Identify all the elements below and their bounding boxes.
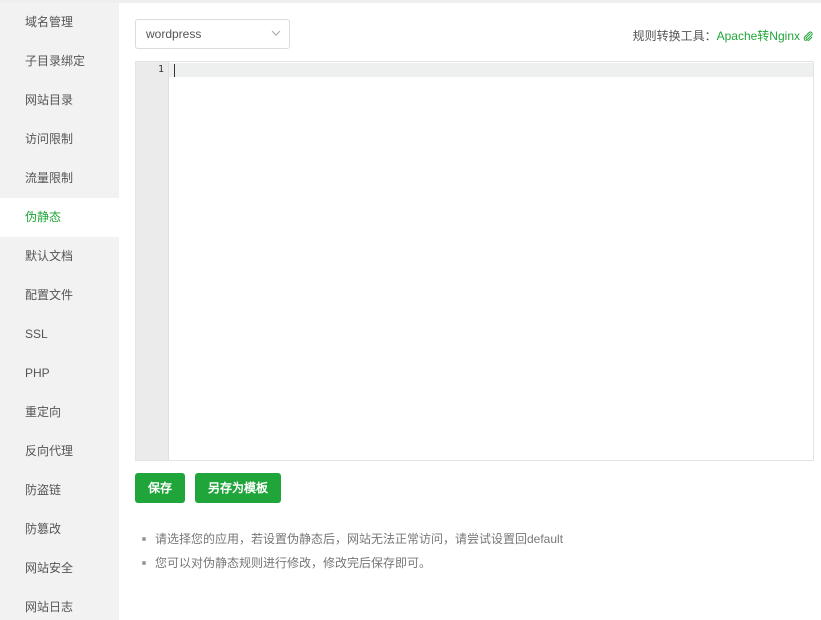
sidebar-item-config-file[interactable]: 配置文件 bbox=[0, 276, 119, 315]
active-line-highlight bbox=[169, 63, 813, 77]
paperclip-icon[interactable] bbox=[803, 31, 813, 41]
help-tips: 请选择您的应用，若设置伪静态后，网站无法正常访问，请尝试设置回default 您… bbox=[139, 527, 563, 575]
sidebar-item-redirect[interactable]: 重定向 bbox=[0, 393, 119, 432]
sidebar-item-php[interactable]: PHP bbox=[0, 354, 119, 393]
sidebar-item-ssl[interactable]: SSL bbox=[0, 315, 119, 354]
sidebar-item-hotlink-protection[interactable]: 防盗链 bbox=[0, 471, 119, 510]
rewrite-template-select[interactable]: wordpress bbox=[135, 19, 290, 49]
sidebar-item-access-limit[interactable]: 访问限制 bbox=[0, 120, 119, 159]
save-as-template-button[interactable]: 另存为模板 bbox=[195, 473, 281, 503]
chevron-down-icon bbox=[271, 30, 281, 36]
site-settings-sidebar: 域名管理 子目录绑定 网站目录 访问限制 流量限制 伪静态 默认文档 配置文件 … bbox=[0, 3, 119, 620]
rewrite-panel: wordpress 规则转换工具：Apache转Nginx 1 保存 另存为模板… bbox=[119, 3, 821, 620]
tip-item: 请选择您的应用，若设置伪静态后，网站无法正常访问，请尝试设置回default bbox=[139, 527, 563, 551]
sidebar-item-traffic-limit[interactable]: 流量限制 bbox=[0, 159, 119, 198]
editor-gutter: 1 bbox=[136, 62, 169, 460]
rule-conversion-label: 规则转换工具： bbox=[632, 29, 717, 43]
line-number: 1 bbox=[157, 64, 164, 75]
rewrite-rule-editor[interactable]: 1 bbox=[135, 61, 814, 461]
sidebar-item-site-security[interactable]: 网站安全 bbox=[0, 549, 119, 588]
rewrite-template-value: wordpress bbox=[146, 27, 202, 41]
sidebar-item-domains[interactable]: 域名管理 bbox=[0, 3, 119, 42]
sidebar-item-default-document[interactable]: 默认文档 bbox=[0, 237, 119, 276]
save-button[interactable]: 保存 bbox=[135, 473, 185, 503]
sidebar-item-tamper-protection[interactable]: 防篡改 bbox=[0, 510, 119, 549]
sidebar-item-site-directory[interactable]: 网站目录 bbox=[0, 81, 119, 120]
sidebar-item-site-logs[interactable]: 网站日志 bbox=[0, 588, 119, 620]
sidebar-item-subdirectory-binding[interactable]: 子目录绑定 bbox=[0, 42, 119, 81]
rule-conversion-tool: 规则转换工具：Apache转Nginx bbox=[633, 27, 813, 44]
text-cursor bbox=[174, 64, 175, 77]
sidebar-item-reverse-proxy[interactable]: 反向代理 bbox=[0, 432, 119, 471]
tip-item: 您可以对伪静态规则进行修改，修改完后保存即可。 bbox=[139, 551, 563, 575]
apache-to-nginx-link[interactable]: Apache转Nginx bbox=[717, 29, 800, 43]
sidebar-item-rewrite[interactable]: 伪静态 bbox=[0, 198, 119, 237]
